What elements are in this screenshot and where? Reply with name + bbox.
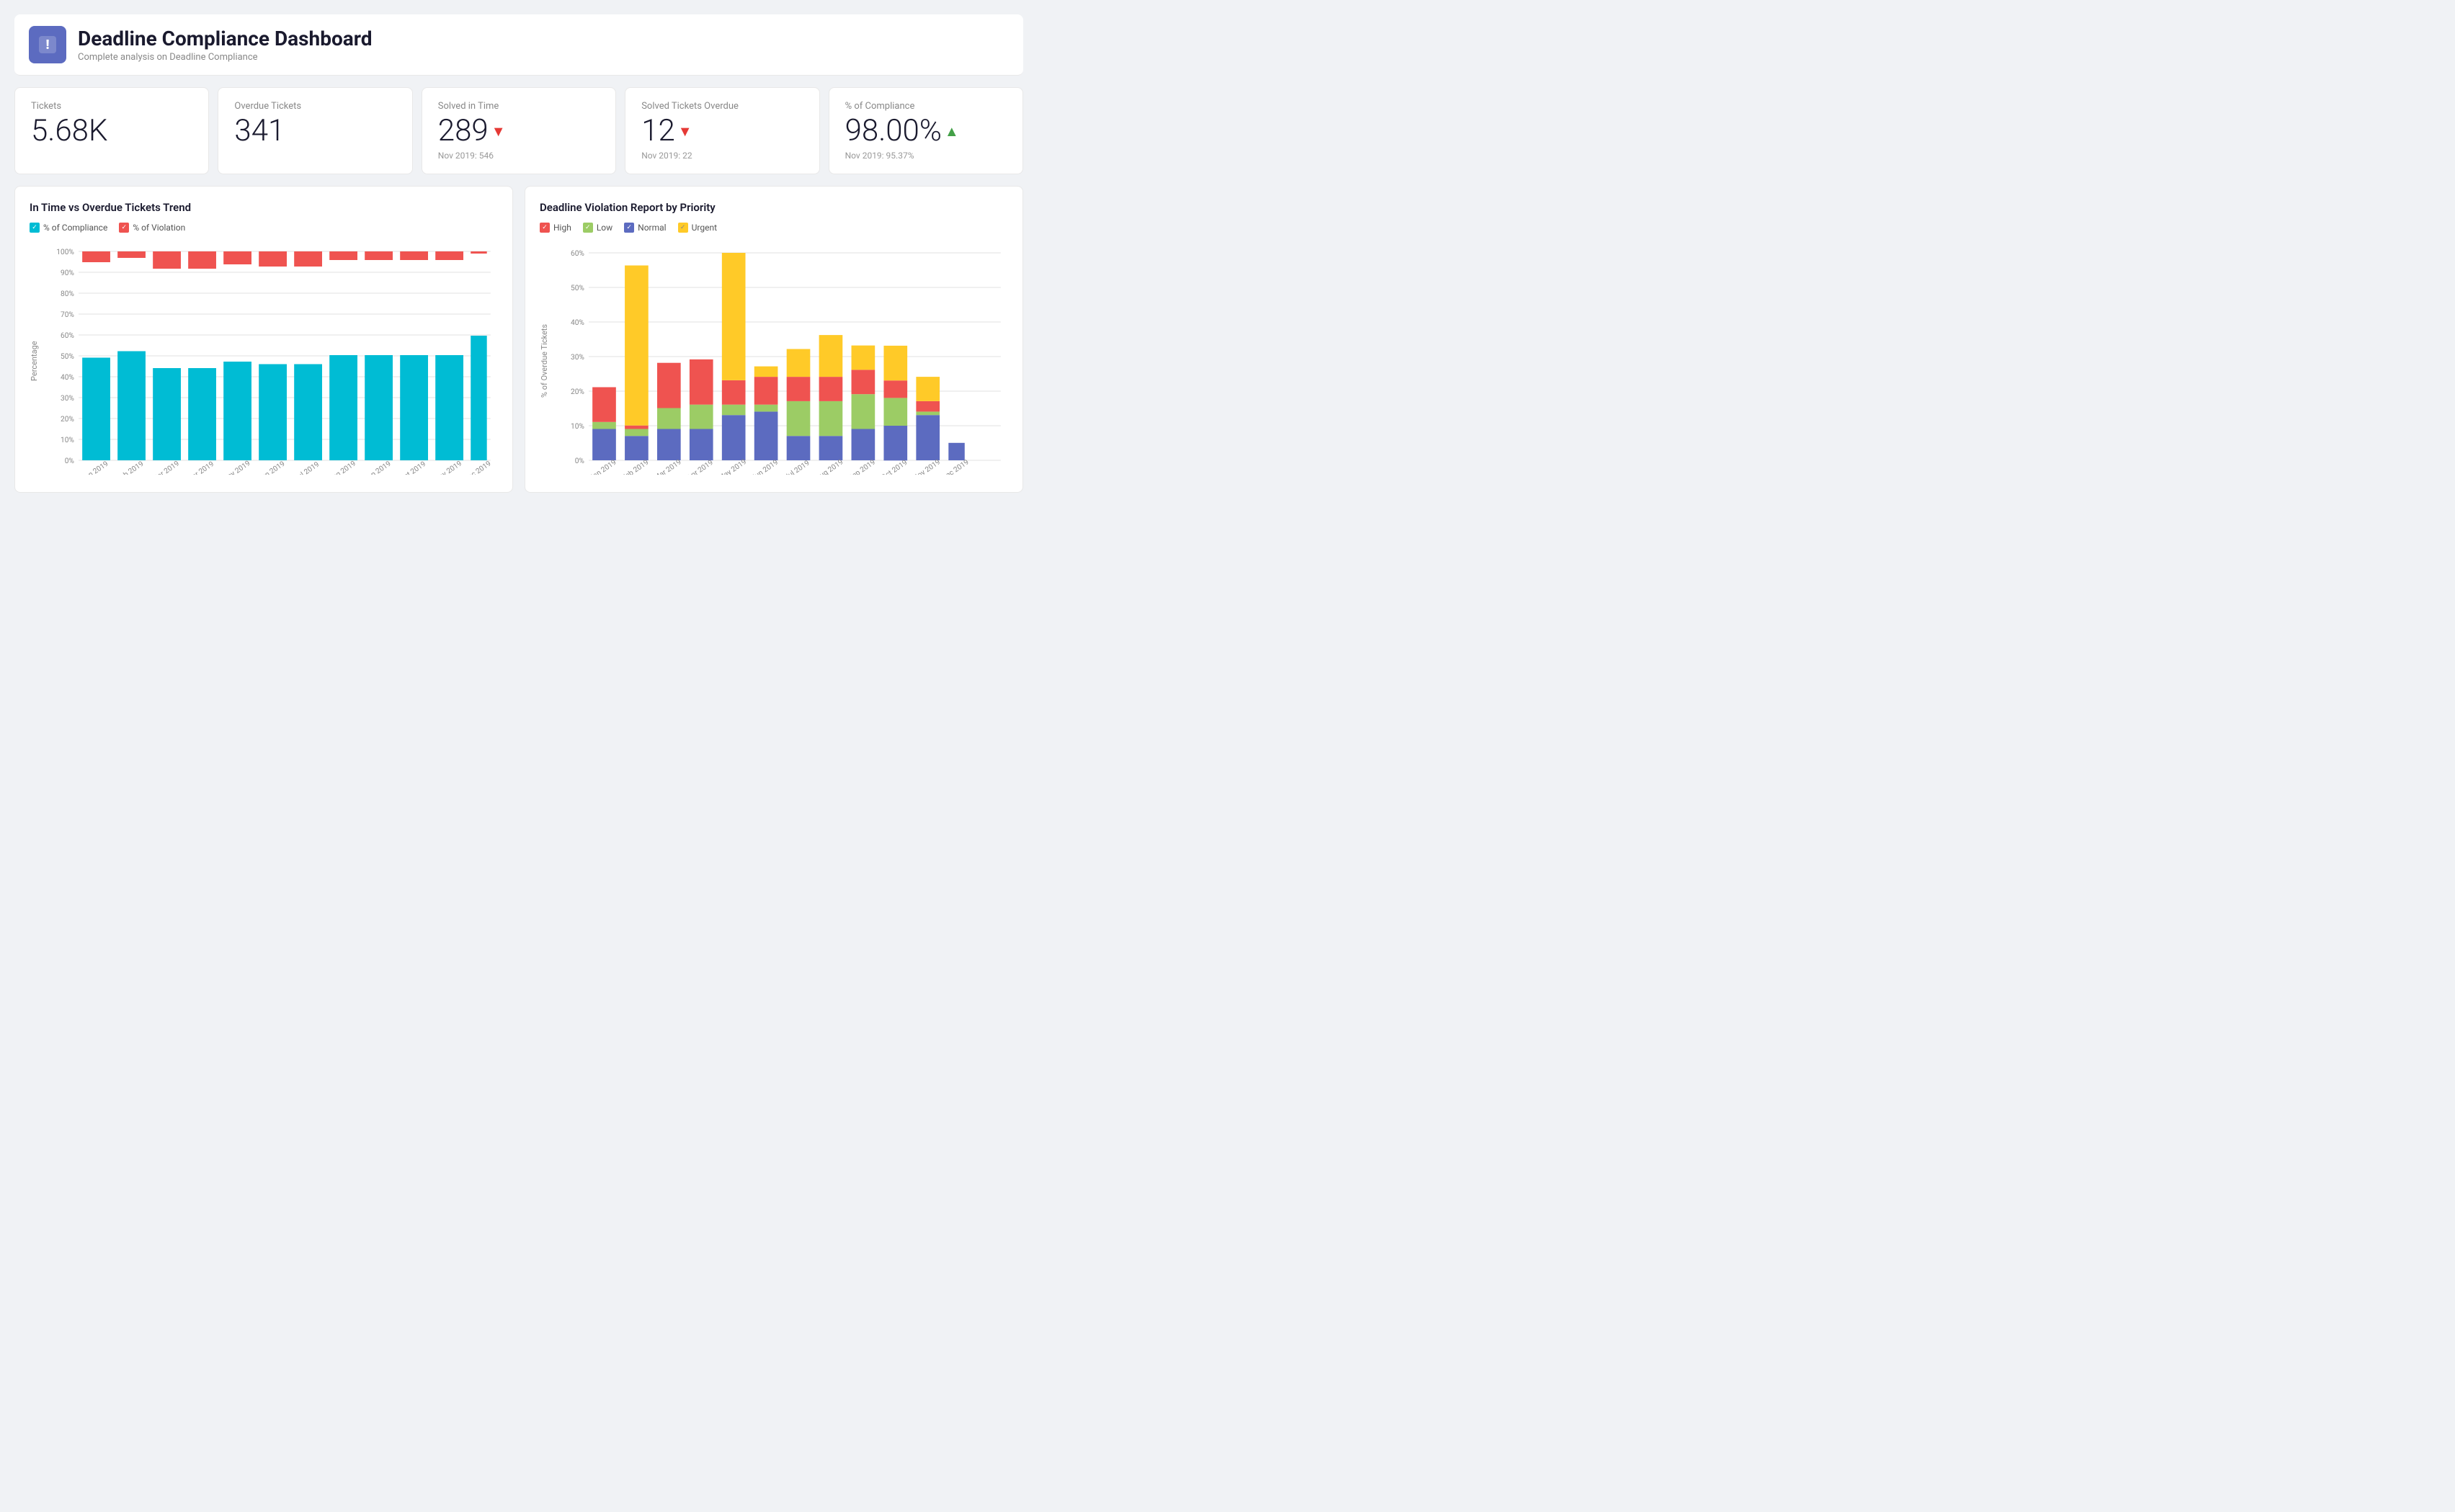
chart1-legend: ✓ % of Compliance ✓ % of Violation xyxy=(30,223,498,233)
kpi-row: Tickets 5.68K Overdue Tickets 341 Solved… xyxy=(14,87,1023,174)
svg-text:Nov 2019: Nov 2019 xyxy=(912,458,942,475)
chart1-title: In Time vs Overdue Tickets Trend xyxy=(30,201,498,214)
chart1-compliance-swatch: ✓ xyxy=(30,223,40,233)
chart2-high-swatch: ✓ xyxy=(540,223,550,233)
svg-text:50%: 50% xyxy=(571,285,584,292)
chart2-card: Deadline Violation Report by Priority ✓ … xyxy=(525,186,1023,493)
chart2-legend-high: ✓ High xyxy=(540,223,571,233)
kpi-compliance-label: % of Compliance xyxy=(845,101,1007,112)
kpi-solved-time-arrow: ▼ xyxy=(491,124,506,138)
chart2-legend-low: ✓ Low xyxy=(583,223,612,233)
svg-text:60%: 60% xyxy=(571,250,584,258)
svg-text:Jun 2019: Jun 2019 xyxy=(750,459,780,475)
svg-text:Jul 2019: Jul 2019 xyxy=(293,461,321,475)
chart2-urgent-swatch: ✓ xyxy=(678,223,688,233)
svg-text:Jan 2019: Jan 2019 xyxy=(589,459,618,475)
kpi-solved-overdue: Solved Tickets Overdue 12 ▼ Nov 2019: 22 xyxy=(625,87,819,174)
header-text: Deadline Compliance Dashboard Complete a… xyxy=(78,27,373,63)
svg-text:30%: 30% xyxy=(61,395,74,403)
svg-text:Oct 2019: Oct 2019 xyxy=(398,460,427,475)
svg-text:90%: 90% xyxy=(61,269,74,277)
svg-text:Jul 2019: Jul 2019 xyxy=(783,460,811,475)
chart2-title: Deadline Violation Report by Priority xyxy=(540,201,1008,214)
svg-text:Jan 2019: Jan 2019 xyxy=(81,460,110,475)
kpi-solved-time: Solved in Time 289 ▼ Nov 2019: 546 xyxy=(422,87,616,174)
kpi-solved-time-sub: Nov 2019: 546 xyxy=(438,151,600,161)
svg-text:40%: 40% xyxy=(571,319,584,327)
chart1-legend-violation: ✓ % of Violation xyxy=(119,223,185,233)
chart1-y-label: Percentage xyxy=(30,244,39,478)
chart1-inner: 100% 90% 80% 70% 60% 50% 40% 30% 20% 10%… xyxy=(42,244,498,478)
kpi-compliance-sub: Nov 2019: 95.37% xyxy=(845,151,1007,161)
svg-text:Apr 2019: Apr 2019 xyxy=(686,459,715,475)
svg-text:Oct 2019: Oct 2019 xyxy=(880,459,909,475)
svg-text:50%: 50% xyxy=(61,353,74,361)
kpi-solved-overdue-arrow: ▼ xyxy=(678,124,692,138)
svg-text:Dec 2019: Dec 2019 xyxy=(940,458,971,475)
chart2-inner: 60% 50% 40% 30% 20% 10% 0% xyxy=(552,244,1008,478)
svg-text:40%: 40% xyxy=(61,374,74,382)
svg-text:Feb 2019: Feb 2019 xyxy=(621,459,651,475)
kpi-compliance: % of Compliance 98.00% ▲ Nov 2019: 95.37… xyxy=(829,87,1023,174)
svg-text:Aug 2019: Aug 2019 xyxy=(327,460,357,475)
chart1-svg: 100% 90% 80% 70% 60% 50% 40% 30% 20% 10%… xyxy=(42,244,498,475)
svg-text:Mar 2019: Mar 2019 xyxy=(151,460,181,475)
chart2-low-swatch: ✓ xyxy=(583,223,593,233)
chart1-card: In Time vs Overdue Tickets Trend ✓ % of … xyxy=(14,186,513,493)
kpi-tickets-label: Tickets xyxy=(31,101,192,112)
svg-text:30%: 30% xyxy=(571,354,584,362)
chart2-area: % of Overdue Tickets 60% xyxy=(540,244,1008,478)
kpi-overdue-label: Overdue Tickets xyxy=(234,101,396,112)
svg-text:0%: 0% xyxy=(65,457,74,465)
svg-text:Dec 2019: Dec 2019 xyxy=(463,460,493,475)
kpi-tickets: Tickets 5.68K xyxy=(14,87,209,174)
svg-text:Sep 2019: Sep 2019 xyxy=(847,459,877,475)
header-icon: ! xyxy=(29,26,66,63)
chart2-legend: ✓ High ✓ Low ✓ Normal xyxy=(540,223,1008,233)
kpi-solved-overdue-value: 12 ▼ xyxy=(641,116,803,146)
svg-text:Sep 2019: Sep 2019 xyxy=(362,460,392,475)
chart2-y-label: % of Overdue Tickets xyxy=(540,244,549,478)
svg-text:Feb 2019: Feb 2019 xyxy=(116,460,146,475)
svg-text:60%: 60% xyxy=(61,332,74,340)
kpi-solved-overdue-label: Solved Tickets Overdue xyxy=(641,101,803,112)
svg-text:10%: 10% xyxy=(571,423,584,431)
chart1-violation-swatch: ✓ xyxy=(119,223,129,233)
chart1-area: Percentage xyxy=(30,244,498,478)
kpi-overdue-value: 341 xyxy=(234,116,396,146)
charts-row: In Time vs Overdue Tickets Trend ✓ % of … xyxy=(14,186,1023,493)
svg-text:0%: 0% xyxy=(575,457,584,465)
svg-text:Jun 2019: Jun 2019 xyxy=(257,460,287,475)
svg-text:May 2019: May 2019 xyxy=(221,460,252,475)
svg-text:100%: 100% xyxy=(56,249,74,256)
svg-text:20%: 20% xyxy=(61,416,74,424)
chart2-normal-swatch: ✓ xyxy=(624,223,634,233)
svg-text:Nov 2019: Nov 2019 xyxy=(433,460,463,475)
kpi-overdue: Overdue Tickets 341 xyxy=(218,87,412,174)
svg-text:Apr 2019: Apr 2019 xyxy=(187,460,215,475)
svg-text:Mar 2019: Mar 2019 xyxy=(653,458,683,475)
chart2-legend-normal: ✓ Normal xyxy=(624,223,666,233)
chart2-legend-urgent: ✓ Urgent xyxy=(678,223,717,233)
svg-text:Aug 2019: Aug 2019 xyxy=(815,458,845,475)
svg-text:!: ! xyxy=(46,37,50,53)
dashboard: ! Deadline Compliance Dashboard Complete… xyxy=(14,14,1023,493)
kpi-tickets-value: 5.68K xyxy=(31,116,192,146)
chart1-legend-compliance: ✓ % of Compliance xyxy=(30,223,107,233)
kpi-solved-overdue-sub: Nov 2019: 22 xyxy=(641,151,803,161)
svg-text:80%: 80% xyxy=(61,290,74,298)
svg-text:10%: 10% xyxy=(61,437,74,444)
chart2-svg: 60% 50% 40% 30% 20% 10% 0% xyxy=(552,244,1008,475)
dashboard-subtitle: Complete analysis on Deadline Compliance xyxy=(78,52,373,63)
kpi-compliance-arrow: ▲ xyxy=(945,124,959,138)
kpi-compliance-value: 98.00% ▲ xyxy=(845,116,1007,146)
header: ! Deadline Compliance Dashboard Complete… xyxy=(14,14,1023,76)
kpi-solved-time-label: Solved in Time xyxy=(438,101,600,112)
svg-text:20%: 20% xyxy=(571,388,584,396)
kpi-solved-time-value: 289 ▼ xyxy=(438,116,600,146)
dashboard-title: Deadline Compliance Dashboard xyxy=(78,27,373,50)
svg-text:70%: 70% xyxy=(61,311,74,319)
